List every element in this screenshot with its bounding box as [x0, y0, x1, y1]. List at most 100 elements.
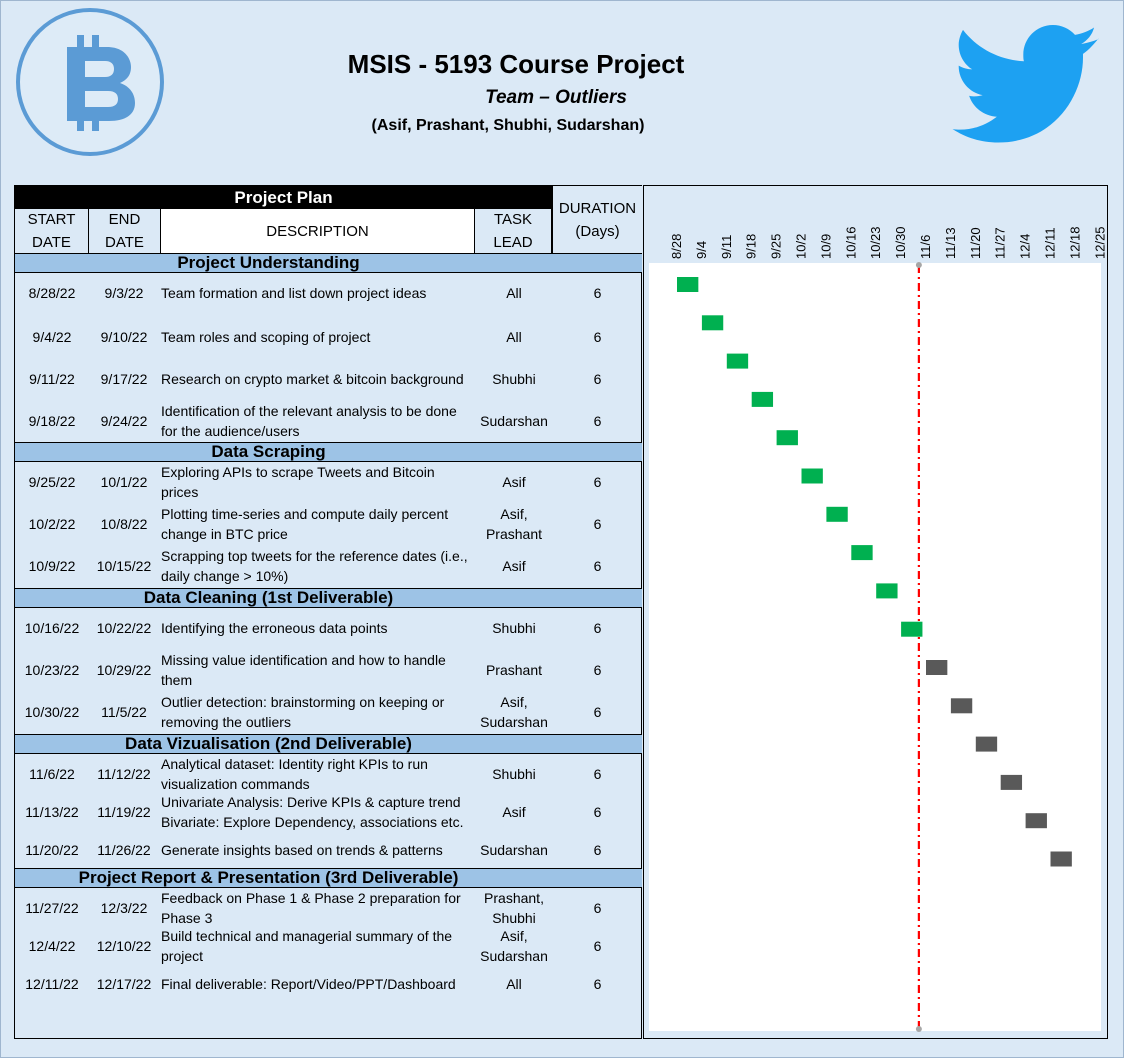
today-marker-endpoint	[915, 262, 922, 268]
plan-title: Project Plan	[15, 186, 552, 209]
cell-end-date: 11/26/22	[97, 842, 151, 858]
gantt-bar	[901, 621, 923, 637]
x-tick-label: 10/9	[818, 234, 833, 259]
gantt-bar	[1000, 774, 1023, 790]
table-row: 11/6/22 11/12/22 Analytical dataset: Ident…	[15, 754, 642, 794]
cell-description: Build technical and managerial summary o…	[161, 928, 453, 964]
cell-duration: 6	[593, 620, 602, 636]
gantt-bar	[975, 736, 998, 752]
section-header: Project Understanding	[15, 253, 642, 273]
cell-description: Univariate Analysis: Derive KPIs & captu…	[161, 794, 464, 830]
cell-start-date: 10/30/22	[24, 704, 80, 720]
cell-duration: 6	[593, 938, 602, 954]
col-header-start: START DATE	[15, 209, 89, 253]
cell-description: Outlier detection: brainstorming on keep…	[161, 694, 445, 730]
gantt-bar	[950, 698, 973, 714]
cell-description: Identification of the relevant analysis …	[161, 403, 457, 439]
cell-end-date: 9/24/22	[100, 413, 148, 429]
x-tick-label: 12/25	[1092, 226, 1107, 259]
team-members: (Asif, Prashant, Shubhi, Sudarshan)	[371, 117, 645, 134]
cell-description: Team formation and list down project ide…	[161, 285, 427, 301]
cell-end-date: 12/17/22	[96, 976, 152, 992]
cell-task-lead: Asif, Sudarshan	[480, 928, 548, 964]
cell-start-date: 8/28/22	[28, 285, 76, 301]
project-plan-page: MSIS - 5193 Course Project Team – Outlie…	[0, 0, 1124, 1058]
gantt-bar	[876, 583, 898, 599]
gantt-bar	[801, 468, 823, 484]
cell-description: Identifying the erroneous data points	[161, 620, 388, 636]
cell-task-lead: Asif	[502, 474, 526, 490]
x-tick-label: 9/18	[744, 234, 759, 259]
team-name: Team – Outliers	[485, 87, 627, 108]
cell-start-date: 10/2/22	[28, 516, 76, 532]
cell-duration: 6	[593, 766, 602, 782]
cell-end-date: 10/22/22	[96, 620, 152, 636]
gantt-bar	[677, 277, 699, 292]
x-tick-label: 9/11	[719, 235, 734, 259]
x-tick-label: 12/18	[1067, 226, 1082, 259]
cell-start-date: 12/4/22	[28, 938, 76, 954]
cell-duration: 6	[593, 329, 602, 345]
x-tick-label: 9/4	[694, 241, 709, 259]
section-header: Data Cleaning (1st Deliverable)	[15, 588, 642, 608]
cell-start-date: 9/25/22	[28, 474, 76, 490]
section-header: Project Report & Presentation (3rd Deliv…	[15, 868, 642, 888]
cell-end-date: 10/15/22	[96, 558, 152, 574]
cell-description: Exploring APIs to scrape Tweets and Bitc…	[161, 464, 435, 500]
gantt-bar	[776, 430, 798, 446]
table-row: 8/28/22 9/3/22 Team formation and list dow…	[15, 273, 642, 313]
x-tick-label: 10/23	[868, 226, 883, 259]
cell-duration: 6	[593, 516, 602, 532]
cell-duration: 6	[593, 900, 602, 916]
cell-duration: 6	[593, 976, 602, 992]
x-tick-label: 11/6	[918, 235, 933, 259]
cell-end-date: 9/17/22	[100, 371, 148, 387]
table-row: 10/23/22 10/29/22 Missing value identifica…	[15, 650, 642, 690]
col-header-description: DESCRIPTION	[161, 209, 475, 253]
cell-duration: 6	[593, 704, 602, 720]
col-header-duration: DURATION (Days)	[552, 186, 642, 253]
cell-duration: 6	[593, 804, 602, 820]
table-row: 9/11/22 9/17/22 Research on crypto market …	[15, 359, 642, 399]
table-row: 9/25/22 10/1/22 Exploring APIs to scrape T…	[15, 462, 642, 502]
cell-duration: 6	[593, 285, 602, 301]
cell-description: Plotting time-series and compute daily p…	[161, 506, 449, 542]
gantt-bar	[851, 545, 873, 561]
cell-duration: 6	[593, 474, 602, 490]
cell-description: Generate insights based on trends & patt…	[161, 842, 443, 858]
cell-task-lead: All	[506, 976, 522, 992]
table-row: 9/18/22 9/24/22 Identification of the rele…	[15, 401, 642, 441]
gantt-chart: 8/28 9/4 9/11 9/18 9/25 10/2 10/9 10/16 10/23 10/…	[649, 226, 1107, 1032]
page-title: MSIS - 5193 Course Project	[347, 49, 685, 79]
cell-end-date: 11/19/22	[97, 804, 151, 820]
x-tick-label: 10/30	[893, 226, 908, 259]
cell-description: Scrapping top tweets for the reference d…	[161, 548, 468, 584]
cell-description: Final deliverable: Report/Video/PPT/Dash…	[161, 976, 456, 992]
x-tick-label: 12/4	[1018, 234, 1033, 259]
gantt-bar	[1050, 851, 1072, 867]
table-row: 10/2/22 10/8/22 Plotting time-series and c…	[15, 504, 642, 544]
x-tick-label: 11/13	[943, 227, 958, 259]
cell-start-date: 9/11/22	[29, 371, 75, 387]
cell-start-date: 10/9/22	[28, 558, 76, 574]
table-row: 11/20/22 11/26/22 Generate insights based …	[15, 830, 642, 870]
table-row: 10/16/22 10/22/22 Identifying the erroneou…	[15, 608, 642, 648]
table-row: 10/30/22 11/5/22 Outlier detection: brains…	[15, 692, 642, 732]
cell-task-lead: Shubhi	[492, 371, 536, 387]
cell-task-lead: All	[506, 329, 522, 345]
cell-start-date: 10/23/22	[24, 662, 80, 678]
cell-end-date: 10/1/22	[100, 474, 148, 490]
table-row: 9/4/22 9/10/22 Team roles and scoping of p…	[15, 317, 642, 357]
cell-task-lead: Prashant, Shubhi	[484, 890, 544, 926]
section-header: Data Scraping	[15, 442, 642, 462]
cell-task-lead: Asif	[502, 804, 526, 820]
cell-start-date: 11/20/22	[25, 842, 79, 858]
table-row: 11/27/22 12/3/22 Feedback on Phase 1 & Pha…	[15, 888, 642, 928]
cell-start-date: 11/13/22	[25, 804, 79, 820]
col-header-lead: TASK LEAD	[475, 209, 552, 253]
x-tick-label: 11/27	[993, 227, 1008, 259]
cell-end-date: 12/10/22	[96, 938, 152, 954]
gantt-bar	[726, 353, 749, 369]
cell-end-date: 11/5/22	[101, 704, 147, 720]
gantt-bar	[701, 315, 724, 331]
